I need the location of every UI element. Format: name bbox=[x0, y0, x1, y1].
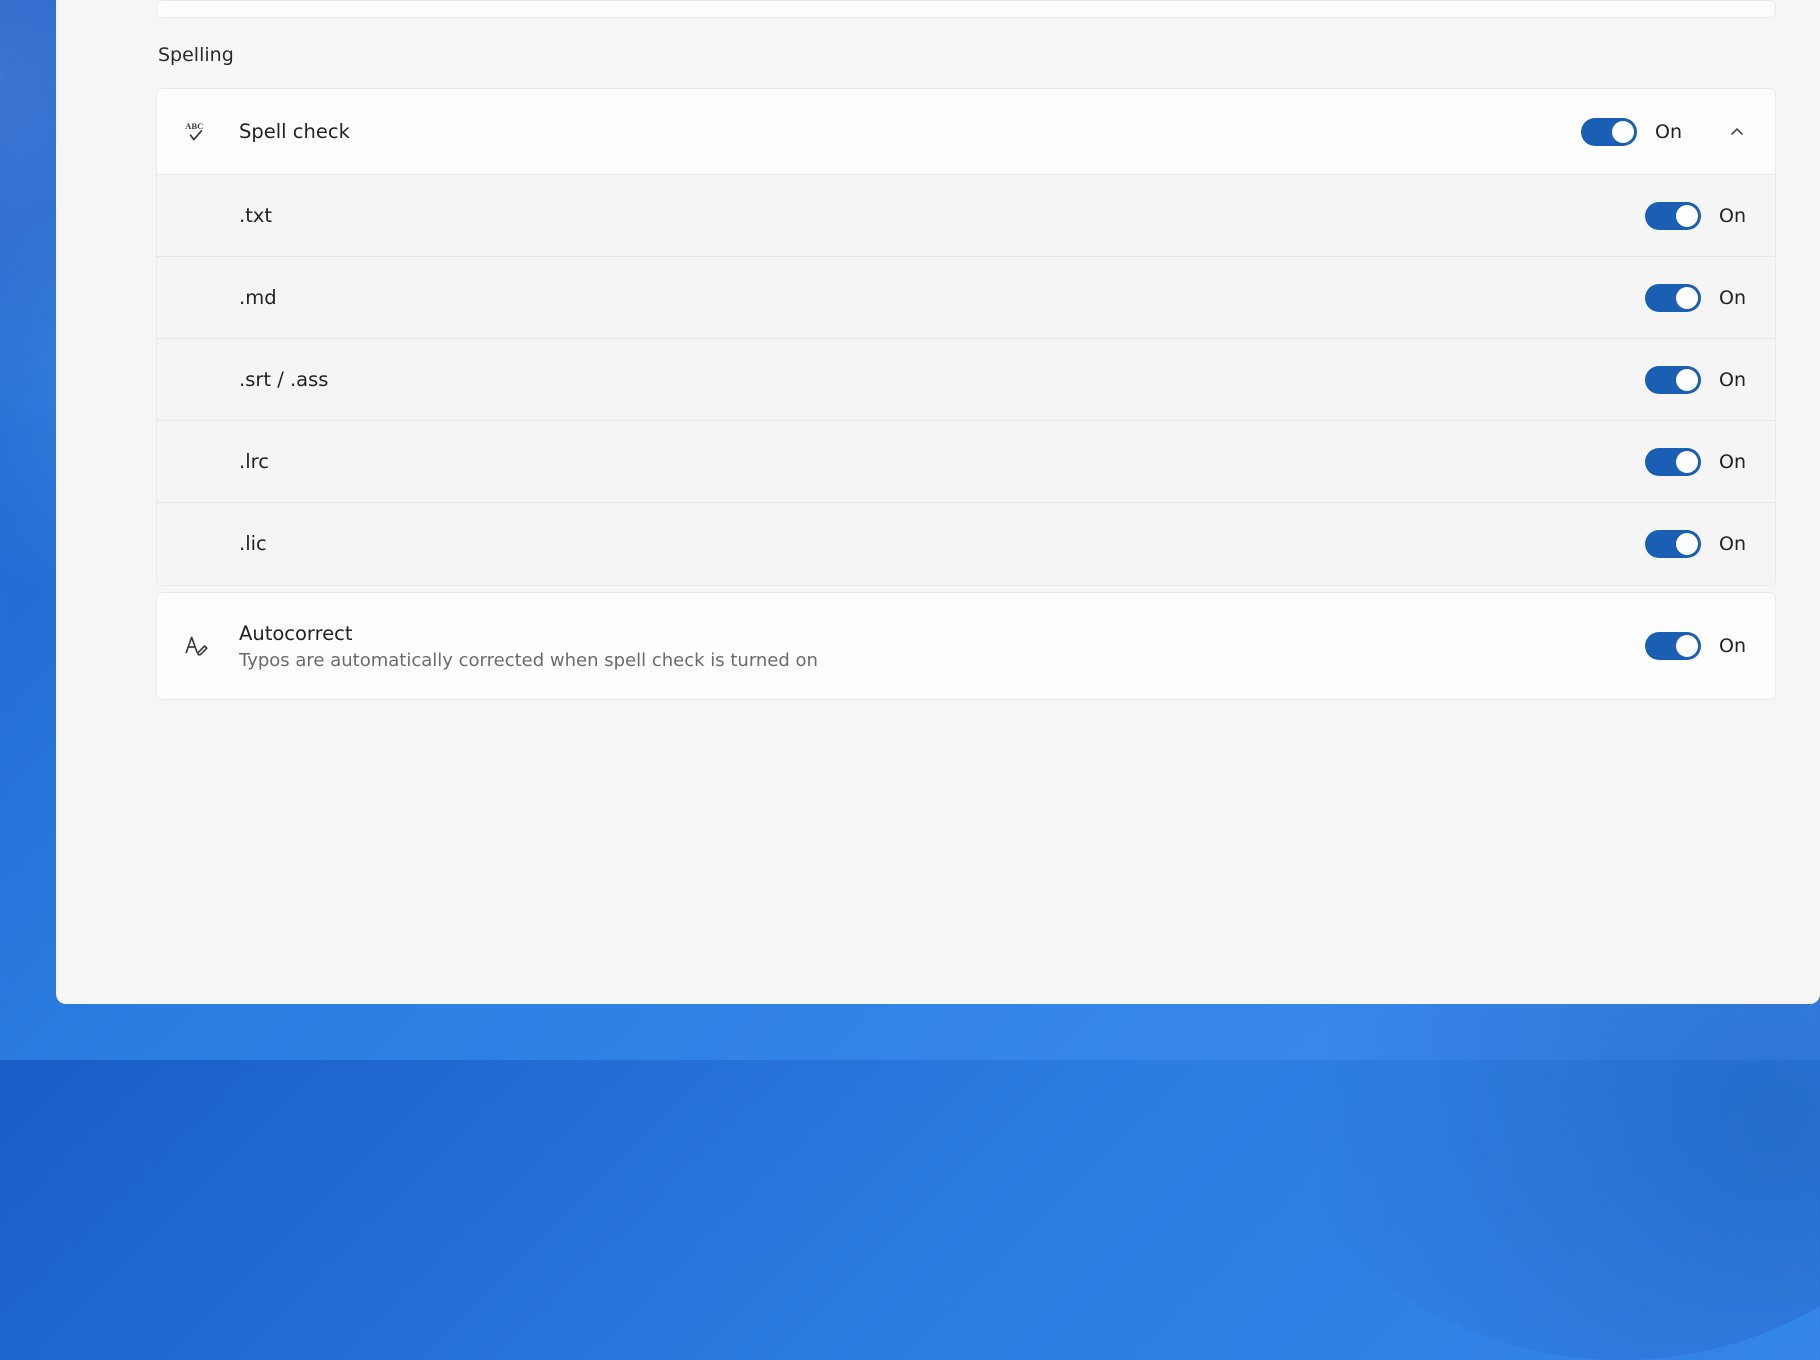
filetype-label: .srt / .ass bbox=[239, 367, 1645, 392]
filetype-label: .lic bbox=[239, 531, 1645, 556]
filetype-toggle-label: On bbox=[1719, 287, 1747, 309]
spellcheck-label: Spell check bbox=[239, 119, 1581, 144]
svg-text:ABC: ABC bbox=[185, 120, 203, 130]
autocorrect-row[interactable]: Autocorrect Typos are automatically corr… bbox=[157, 593, 1775, 699]
autocorrect-toggle-label: On bbox=[1719, 635, 1747, 657]
filetype-toggle-label: On bbox=[1719, 205, 1747, 227]
chevron-up-icon[interactable] bbox=[1727, 122, 1747, 142]
filetype-toggle-lrc[interactable] bbox=[1645, 448, 1701, 476]
filetype-toggle-lic[interactable] bbox=[1645, 530, 1701, 558]
filetype-toggle-label: On bbox=[1719, 369, 1747, 391]
filetype-toggle-label: On bbox=[1719, 533, 1747, 555]
filetype-row-txt[interactable]: .txt On bbox=[157, 175, 1775, 257]
settings-window: Spelling ABC Spell check On bbox=[56, 0, 1820, 1004]
filetype-toggle-txt[interactable] bbox=[1645, 202, 1701, 230]
spellcheck-toggle-label: On bbox=[1655, 121, 1683, 143]
section-title-spelling: Spelling bbox=[158, 44, 1776, 66]
spellcheck-row[interactable]: ABC Spell check On bbox=[157, 89, 1775, 175]
filetype-label: .md bbox=[239, 285, 1645, 310]
filetype-row-md[interactable]: .md On bbox=[157, 257, 1775, 339]
filetype-toggle-srt-ass[interactable] bbox=[1645, 366, 1701, 394]
filetype-label: .txt bbox=[239, 203, 1645, 228]
spellcheck-toggle[interactable] bbox=[1581, 118, 1637, 146]
filetype-toggle-md[interactable] bbox=[1645, 284, 1701, 312]
abc-check-icon: ABC bbox=[181, 117, 211, 147]
filetype-label: .lrc bbox=[239, 449, 1645, 474]
font-edit-icon bbox=[181, 631, 211, 661]
content-scroll[interactable]: Spelling ABC Spell check On bbox=[56, 0, 1820, 1004]
autocorrect-description: Typos are automatically corrected when s… bbox=[239, 650, 1645, 671]
autocorrect-label: Autocorrect bbox=[239, 621, 1645, 646]
previous-card-edge bbox=[156, 0, 1776, 18]
autocorrect-toggle[interactable] bbox=[1645, 632, 1701, 660]
filetype-toggle-label: On bbox=[1719, 451, 1747, 473]
filetype-row-lrc[interactable]: .lrc On bbox=[157, 421, 1775, 503]
filetype-row-srt-ass[interactable]: .srt / .ass On bbox=[157, 339, 1775, 421]
spellcheck-card: ABC Spell check On bbox=[156, 88, 1776, 586]
autocorrect-card: Autocorrect Typos are automatically corr… bbox=[156, 592, 1776, 700]
filetype-row-lic[interactable]: .lic On bbox=[157, 503, 1775, 585]
